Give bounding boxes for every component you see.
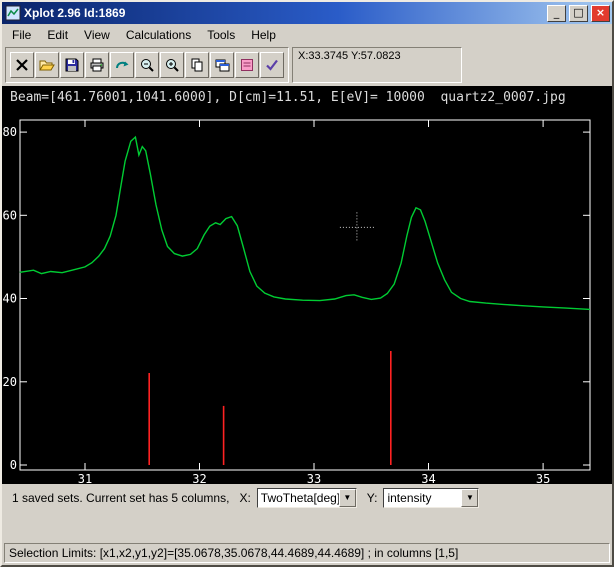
print-button[interactable] [85, 52, 109, 78]
printer-icon [89, 57, 105, 73]
window-title: Xplot 2.96 Id:1869 [24, 6, 544, 20]
chevron-down-icon[interactable]: ▼ [461, 489, 478, 507]
redo-button[interactable] [110, 52, 134, 78]
open-file-button[interactable] [35, 52, 59, 78]
chevron-down-icon[interactable]: ▼ [339, 489, 356, 507]
annotate-button[interactable] [235, 52, 259, 78]
zoom-out-icon [139, 57, 155, 73]
menu-help[interactable]: Help [243, 25, 284, 45]
zoom-in-icon [164, 57, 180, 73]
y-axis-selected-value: intensity [384, 491, 461, 505]
cascade-windows-icon [214, 57, 230, 73]
svg-text:20: 20 [3, 375, 17, 389]
menu-bar: File Edit View Calculations Tools Help [2, 24, 612, 45]
zoom-out-button[interactable] [135, 52, 159, 78]
x-axis-label: X: [239, 491, 250, 505]
svg-text:80: 80 [3, 125, 17, 139]
toolbar-row: X:33.3745 Y:57.0823 [2, 45, 612, 86]
saved-sets-status: 1 saved sets. Current set has 5 columns, [12, 491, 229, 505]
toolbar-spacer [465, 47, 609, 83]
delete-button[interactable] [10, 52, 34, 78]
zoom-in-button[interactable] [160, 52, 184, 78]
checkmark-icon [264, 57, 280, 73]
plot-header-text: Beam=[461.76001,1041.6000], D[cm]=11.51,… [10, 90, 566, 105]
y-axis-label: Y: [367, 491, 378, 505]
svg-text:31: 31 [78, 472, 92, 484]
plot-svg[interactable]: 31 32 33 34 35 0 20 40 60 80 [2, 86, 612, 484]
svg-text:0: 0 [10, 458, 17, 472]
copy-icon [189, 57, 205, 73]
toolbar [5, 47, 289, 83]
svg-text:32: 32 [192, 472, 206, 484]
app-window: Xplot 2.96 Id:1869 _ □ × File Edit View … [0, 0, 614, 567]
plot-canvas[interactable]: 31 32 33 34 35 0 20 40 60 80 Beam=[461.76001,1041… [2, 86, 612, 484]
menu-edit[interactable]: Edit [39, 25, 76, 45]
copy-button[interactable] [185, 52, 209, 78]
maximize-button[interactable]: □ [569, 5, 588, 22]
svg-text:33: 33 [307, 472, 321, 484]
menu-file[interactable]: File [4, 25, 39, 45]
svg-text:35: 35 [536, 472, 550, 484]
svg-text:40: 40 [3, 292, 17, 306]
menu-calculations[interactable]: Calculations [118, 25, 199, 45]
minimize-button[interactable]: _ [547, 5, 566, 22]
app-icon [5, 5, 21, 21]
close-button[interactable]: × [591, 5, 610, 22]
open-folder-icon [39, 57, 55, 73]
menu-view[interactable]: View [76, 25, 118, 45]
annotate-icon [239, 57, 255, 73]
y-axis-select[interactable]: intensity ▼ [383, 488, 479, 508]
x-axis-selected-value: TwoTheta[deg] [258, 491, 339, 505]
axis-controls-row: 1 saved sets. Current set has 5 columns,… [2, 484, 612, 512]
svg-text:34: 34 [421, 472, 435, 484]
save-floppy-icon [64, 57, 80, 73]
apply-check-button[interactable] [260, 52, 284, 78]
redo-arrow-icon [114, 57, 130, 73]
cascade-windows-button[interactable] [210, 52, 234, 78]
title-bar[interactable]: Xplot 2.96 Id:1869 _ □ × [2, 2, 612, 24]
save-button[interactable] [60, 52, 84, 78]
bottom-spacer [2, 512, 612, 543]
menu-tools[interactable]: Tools [199, 25, 243, 45]
delete-icon [14, 57, 30, 73]
svg-text:60: 60 [3, 208, 17, 222]
selection-limits-status: Selection Limits: [x1,x2,y1,y2]=[35.0678… [4, 543, 610, 563]
status-bar: Selection Limits: [x1,x2,y1,y2]=[35.0678… [2, 543, 612, 565]
coordinate-readout: X:33.3745 Y:57.0823 [292, 47, 462, 83]
x-axis-select[interactable]: TwoTheta[deg] ▼ [257, 488, 357, 508]
